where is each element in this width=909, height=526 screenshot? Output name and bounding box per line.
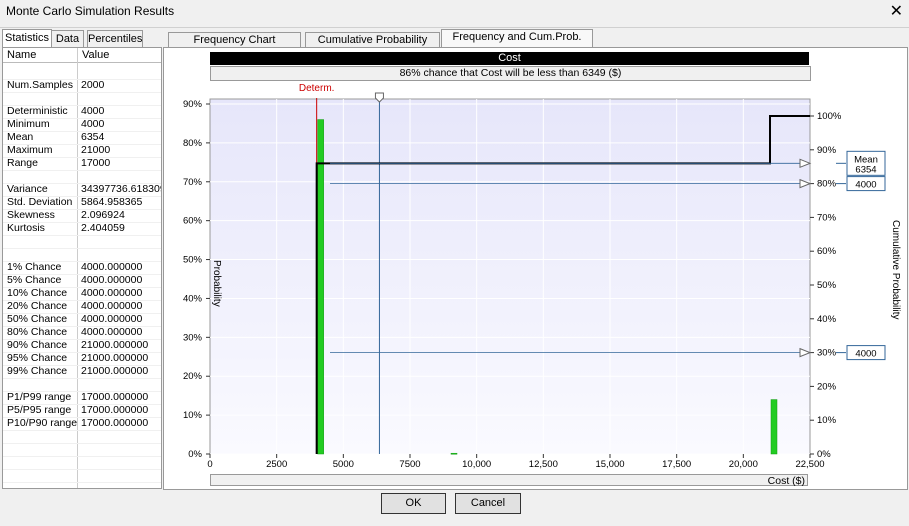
row-value: 21000.000000 (81, 365, 149, 377)
row-name: P1/P99 range (7, 391, 72, 403)
tab-cumulative-probability-chart[interactable]: Cumulative Probability Chart (305, 32, 440, 61)
table-row: 10% Chance 4000.000000 (3, 287, 161, 301)
table-row: 80% Chance 4000.000000 (3, 326, 161, 340)
row-value: 34397736.618309 (81, 183, 162, 195)
table-row-empty (3, 170, 161, 184)
table-row: Range 17000 (3, 157, 161, 171)
row-value: 4000.000000 (81, 261, 143, 273)
row-name: Kurtosis (7, 222, 45, 234)
table-row: 95% Chance 21000.000000 (3, 352, 161, 366)
table-row: 90% Chance 21000.000000 (3, 339, 161, 353)
row-name: Maximum (7, 144, 53, 156)
table-row-empty (3, 248, 161, 262)
x-axis-label: Cost ($) (210, 474, 808, 487)
row-name: Range (7, 157, 38, 169)
row-value: 21000.000000 (81, 352, 149, 364)
table-row-empty (3, 430, 161, 444)
row-name: 90% Chance (7, 339, 68, 351)
table-row: Mean 6354 (3, 131, 161, 145)
row-name: 5% Chance (7, 274, 62, 286)
table-row: 50% Chance 4000.000000 (3, 313, 161, 327)
row-name: 20% Chance (7, 300, 68, 312)
row-name: Num.Samples (7, 79, 73, 91)
row-name: P10/P90 range (7, 417, 78, 429)
column-header-value[interactable]: Value (78, 48, 161, 63)
row-name: P5/P95 range (7, 404, 72, 416)
table-row: P10/P90 range 17000.000000 (3, 417, 161, 431)
row-name: Mean (7, 131, 34, 143)
row-value: 4000 (81, 118, 105, 130)
table-row: P1/P99 range 17000.000000 (3, 391, 161, 405)
close-icon[interactable]: ✕ (890, 1, 903, 20)
row-value: 21000.000000 (81, 339, 149, 351)
tab-frequency-chart[interactable]: Frequency Chart (168, 32, 301, 48)
row-value: 6354 (81, 131, 105, 143)
row-value: 17000.000000 (81, 391, 149, 403)
table-row-empty (3, 66, 161, 80)
row-value: 2000 (81, 79, 105, 91)
table-row: 99% Chance 21000.000000 (3, 365, 161, 379)
row-value: 17000.000000 (81, 417, 149, 429)
table-row: 1% Chance 4000.000000 (3, 261, 161, 275)
row-value: 2.096924 (81, 209, 125, 221)
table-row-empty (3, 456, 161, 470)
table-row: Maximum 21000 (3, 144, 161, 158)
table-row: Num.Samples 2000 (3, 79, 161, 93)
row-name: 50% Chance (7, 313, 68, 325)
row-name: Skewness (7, 209, 55, 221)
row-value: 4000.000000 (81, 274, 143, 286)
cancel-button[interactable]: Cancel (455, 493, 521, 514)
statistics-table: Name Value Num.Samples 2000 Deterministic 4… (2, 47, 162, 489)
table-row: 5% Chance 4000.000000 (3, 274, 161, 288)
row-name: Variance (7, 183, 48, 195)
window-title: Monte Carlo Simulation Results (6, 4, 175, 18)
table-row-empty (3, 443, 161, 457)
row-value: 17000 (81, 157, 111, 169)
row-value: 4000 (81, 105, 105, 117)
row-name: Std. Deviation (7, 196, 73, 208)
row-name: 10% Chance (7, 287, 68, 299)
table-row: Variance 34397736.618309 (3, 183, 161, 197)
table-row-empty (3, 235, 161, 249)
table-row-empty (3, 469, 161, 483)
row-value: 4000.000000 (81, 313, 143, 325)
table-row: Minimum 4000 (3, 118, 161, 132)
table-row: P5/P95 range 17000.000000 (3, 404, 161, 418)
row-name: 95% Chance (7, 352, 68, 364)
chart-title: Cost (210, 52, 809, 65)
table-row: Skewness 2.096924 (3, 209, 161, 223)
row-value: 2.404059 (81, 222, 125, 234)
row-name: 99% Chance (7, 365, 68, 377)
row-value: 4000.000000 (81, 287, 143, 299)
tab-percentiles[interactable]: Percentiles (87, 30, 143, 47)
chart-subtitle: 86% chance that Cost will be less than 6… (210, 66, 811, 81)
table-row: Kurtosis 2.404059 (3, 222, 161, 236)
table-row-empty (3, 92, 161, 106)
tab-data[interactable]: Data (51, 30, 84, 47)
table-row: Std. Deviation 5864.958365 (3, 196, 161, 210)
row-name: 80% Chance (7, 326, 68, 338)
table-row: Deterministic 4000 (3, 105, 161, 119)
tab-frequency-and-cum-prob-charts[interactable]: Frequency and Cum.Prob. Charts (441, 29, 593, 58)
row-value: 4000.000000 (81, 300, 143, 312)
row-value: 21000 (81, 144, 111, 156)
column-header-name[interactable]: Name (3, 48, 77, 63)
ok-button[interactable]: OK (381, 493, 446, 514)
table-row: 20% Chance 4000.000000 (3, 300, 161, 314)
row-value: 17000.000000 (81, 404, 149, 416)
chart-panel (163, 47, 908, 490)
row-name: 1% Chance (7, 261, 62, 273)
row-name: Deterministic (7, 105, 68, 117)
tab-statistics[interactable]: Statistics (2, 29, 52, 48)
row-value: 5864.958365 (81, 196, 143, 208)
row-value: 4000.000000 (81, 326, 143, 338)
table-row-empty (3, 378, 161, 392)
row-name: Minimum (7, 118, 50, 130)
